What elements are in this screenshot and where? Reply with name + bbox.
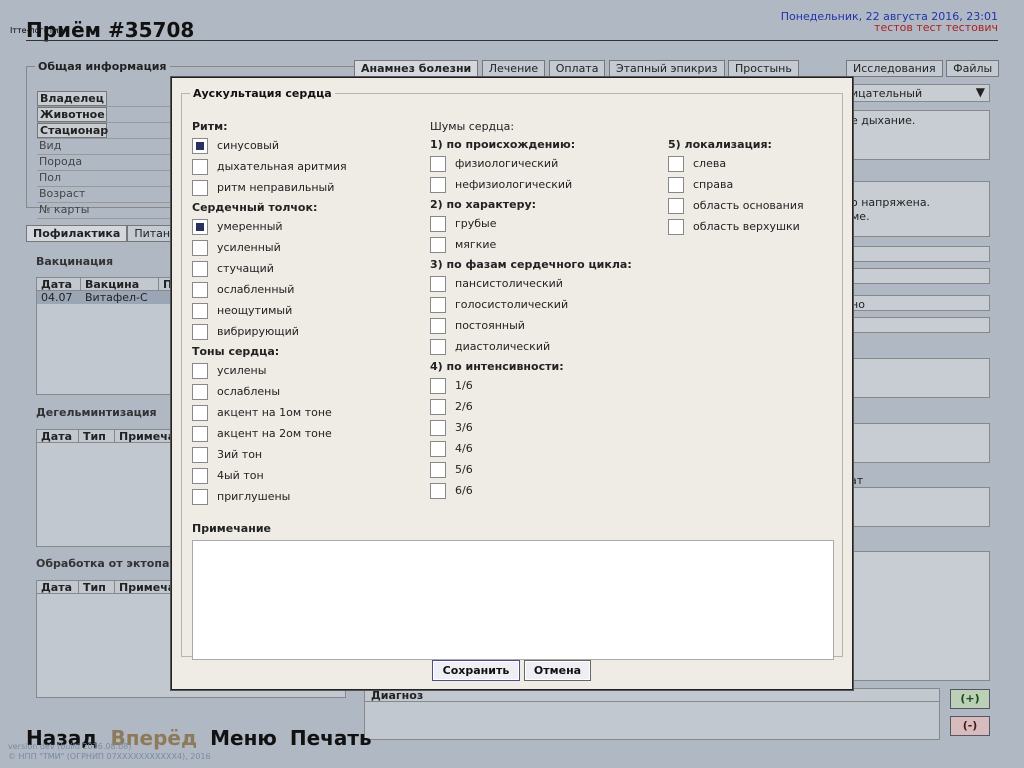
checkbox[interactable] (192, 138, 208, 154)
origin-heading: 1) по происхождению: (430, 138, 576, 151)
tab-nutrition[interactable]: Питан (127, 225, 178, 242)
deworming-label: Дегельминтизация (36, 406, 157, 419)
checkbox[interactable] (430, 483, 446, 499)
current-user[interactable]: тестов тест тестович (874, 21, 998, 34)
right-textbox-3[interactable] (850, 358, 990, 398)
right-textbox-6[interactable] (850, 551, 990, 681)
checkbox[interactable] (192, 324, 208, 340)
add-diagnosis-button[interactable]: (+) (950, 689, 990, 709)
diagnosis-table: Диагноз (364, 688, 940, 740)
checkbox[interactable] (430, 462, 446, 478)
tab-anamnesis[interactable]: Анамнез болезни (354, 60, 479, 77)
tab-sheet[interactable]: Простынь (728, 60, 799, 77)
right-field-1[interactable] (850, 246, 990, 262)
tones-heading: Тоны сердца: (192, 345, 280, 358)
note-label: Примечание (192, 522, 271, 535)
tab-epicrisis[interactable]: Этапный эпикриз (608, 60, 725, 77)
checkbox[interactable] (192, 468, 208, 484)
tab-payment[interactable]: Оплата (548, 60, 606, 77)
murmurs-heading: Шумы сердца: (430, 120, 515, 133)
checkbox[interactable] (668, 177, 684, 193)
checkbox[interactable] (430, 441, 446, 457)
copyright-text: © НПП "ТМИ" (ОГРНИП 07XXXXXXXXXXX4), 201… (8, 752, 211, 761)
checkbox[interactable] (192, 405, 208, 421)
print-link[interactable]: Печать (290, 726, 372, 750)
save-button[interactable]: Сохранить (432, 660, 520, 681)
phases-heading: 3) по фазам сердечного цикла: (430, 258, 632, 271)
checkbox[interactable] (668, 198, 684, 214)
general-info-legend: Общая информация (38, 60, 167, 73)
tab-research[interactable]: Исследования (846, 60, 943, 77)
checkbox[interactable] (192, 363, 208, 379)
title-divider (26, 40, 998, 41)
checkbox[interactable] (430, 276, 446, 292)
right-tabs: Анамнез болезни Лечение Оплата Этапный э… (354, 60, 799, 77)
checkbox[interactable] (192, 261, 208, 277)
menu-link[interactable]: Меню (210, 726, 277, 750)
checkbox[interactable] (430, 156, 446, 172)
ecto-label: Обработка от эктопа (36, 557, 170, 570)
right-field-3[interactable]: но (850, 295, 990, 311)
checkbox[interactable] (430, 177, 446, 193)
checkbox[interactable] (430, 420, 446, 436)
heart-auscultation-dialog: Аускультация сердца Ритм: синусовый дыха… (171, 77, 853, 690)
version-text: version dev (build 2016.08.08) (8, 742, 132, 751)
checkbox[interactable] (192, 240, 208, 256)
page-title: Приём #35708 (26, 18, 195, 42)
cancel-button[interactable]: Отмена (524, 660, 591, 681)
checkbox[interactable] (430, 399, 446, 415)
character-heading: 2) по характеру: (430, 198, 537, 211)
right-select[interactable]: ицательный ▼ (850, 84, 990, 102)
right-textbox-5[interactable] (850, 487, 990, 527)
right-tabs-secondary: Исследования Файлы (846, 60, 1000, 77)
checkbox[interactable] (430, 297, 446, 313)
checkbox[interactable] (430, 318, 446, 334)
checkbox[interactable] (192, 447, 208, 463)
checkbox[interactable] (192, 303, 208, 319)
auscultation-fieldset: Аускультация сердца Ритм: синусовый дыха… (181, 87, 843, 660)
right-field-2[interactable] (850, 268, 990, 284)
right-textbox-2[interactable]: о напряжена. ме. (850, 181, 990, 237)
checkbox[interactable] (430, 339, 446, 355)
checkbox[interactable] (192, 489, 208, 505)
apex-heading: Сердечный толчок: (192, 201, 318, 214)
remove-diagnosis-button[interactable]: (-) (950, 716, 990, 736)
checkbox[interactable] (668, 219, 684, 235)
rhythm-heading: Ритм: (192, 120, 228, 133)
localization-heading: 5) локализация: (668, 138, 772, 151)
checkbox[interactable] (430, 378, 446, 394)
checkbox[interactable] (430, 216, 446, 232)
tab-treatment[interactable]: Лечение (481, 60, 546, 77)
intensity-heading: 4) по интенсивности: (430, 360, 564, 373)
right-textbox-1[interactable]: е дыхание. (850, 110, 990, 160)
checkbox[interactable] (192, 426, 208, 442)
checkbox[interactable] (192, 282, 208, 298)
right-textbox-4[interactable] (850, 423, 990, 463)
tab-prophylaxis[interactable]: Пофилактика (26, 225, 128, 242)
right-field-4[interactable] (850, 317, 990, 333)
checkbox[interactable] (192, 219, 208, 235)
left-tabs: Пофилактика Питан (26, 225, 178, 242)
vaccination-label: Вакцинация (36, 255, 114, 268)
note-textarea[interactable] (192, 540, 834, 660)
dialog-title: Аускультация сердца (193, 87, 332, 100)
checkbox[interactable] (668, 156, 684, 172)
diagnosis-label: Диагноз (365, 689, 939, 702)
checkbox[interactable] (192, 384, 208, 400)
checkbox[interactable] (192, 159, 208, 175)
checkbox[interactable] (192, 180, 208, 196)
tab-files[interactable]: Файлы (946, 60, 1000, 77)
checkbox[interactable] (430, 237, 446, 253)
chevron-down-icon: ▼ (975, 85, 985, 99)
